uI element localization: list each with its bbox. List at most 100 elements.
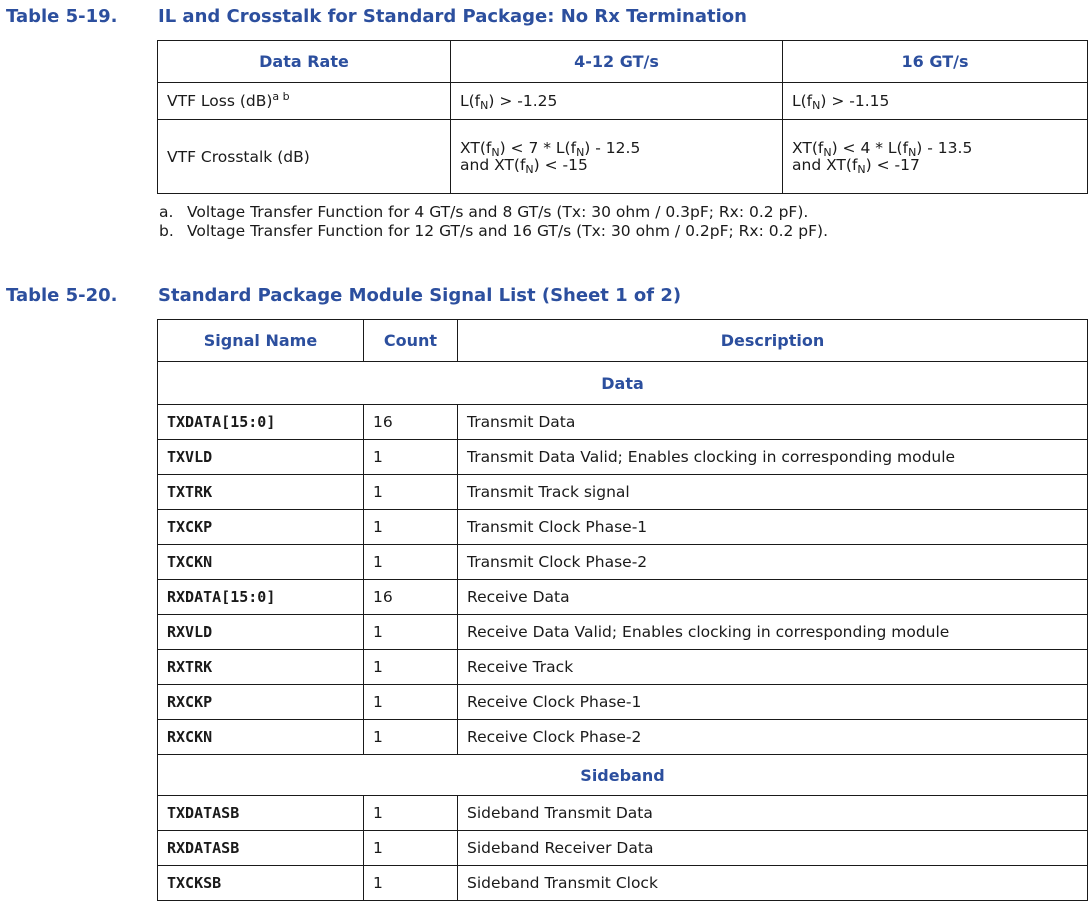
vtf-crosstalk-label: VTF Crosstalk (dB) (157, 119, 451, 194)
signal-name: TXDATA[15:0] (157, 404, 364, 440)
expr-line: XT(fN) < 7 * L(fN) - 12.5 (460, 138, 773, 158)
expr-line: and XT(fN) < -15 (460, 155, 773, 176)
footnote-text: Voltage Transfer Function for 4 GT/s and… (187, 203, 809, 221)
signal-name: RXDATASB (157, 830, 364, 866)
expr-part: ) > -1.25 (488, 92, 558, 110)
signal-description: Receive Data (457, 579, 1088, 615)
footnote-marks: a b (272, 90, 290, 103)
table-row: TXDATASB 1 Sideband Transmit Data (157, 795, 1088, 831)
signal-description: Sideband Transmit Clock (457, 865, 1088, 901)
signal-description: Sideband Receiver Data (457, 830, 1088, 866)
signal-count: 1 (363, 649, 458, 685)
signal-description: Sideband Transmit Data (457, 795, 1088, 831)
table-row: RXVLD 1 Receive Data Valid; Enables clocki… (157, 614, 1088, 650)
signal-count: 1 (363, 509, 458, 545)
header-cell: Count (363, 319, 458, 362)
signal-name: TXDATASB (157, 795, 364, 831)
table-row: RXDATA[15:0] 16 Receive Data (157, 579, 1088, 615)
header-row: Data Rate 4-12 GT/s 16 GT/s (157, 40, 1088, 83)
table-row: TXCKSB 1 Sideband Transmit Clock (157, 865, 1088, 901)
row-label: VTF Loss (dB)a b (157, 82, 451, 120)
expr-line: and XT(fN) < -17 (792, 155, 1078, 176)
signal-name: TXCKP (157, 509, 364, 545)
signal-count: 1 (363, 865, 458, 901)
table-row: RXCKP 1 Receive Clock Phase-1 (157, 684, 1088, 720)
table-row: VTF Crosstalk (dB) XT(fN) < 7 * L(fN) - … (157, 119, 1088, 194)
signal-description: Receive Track (457, 649, 1088, 685)
signal-description: Receive Clock Phase-2 (457, 719, 1088, 755)
expr-part: XT(f (792, 138, 824, 157)
table-row: TXCKP 1 Transmit Clock Phase-1 (157, 509, 1088, 545)
signal-count: 1 (363, 614, 458, 650)
expr-part: ) - 12.5 (584, 138, 641, 157)
signal-list-table: Signal Name Count Description Data TXDAT… (157, 319, 1088, 901)
signal-name: RXCKN (157, 719, 364, 755)
expr-part: ) < -15 (533, 155, 588, 174)
table-row: TXTRK 1 Transmit Track signal (157, 474, 1088, 510)
signal-name: TXCKN (157, 544, 364, 580)
table-5-20-caption: Table 5-20. Standard Package Module Signa… (6, 285, 681, 309)
loss-value-4-12: L(fN) > -1.25 (450, 82, 783, 120)
signal-name: RXCKP (157, 684, 364, 720)
table-title: IL and Crosstalk for Standard Package: N… (158, 6, 747, 27)
signal-name: RXTRK (157, 649, 364, 685)
table-number: Table 5-20. (6, 285, 118, 306)
expr-part: ) < -17 (865, 155, 920, 174)
signal-name: TXVLD (157, 439, 364, 475)
expr-part: L(f (460, 92, 481, 110)
footnote-text: Voltage Transfer Function for 12 GT/s an… (187, 222, 829, 240)
table-row: RXDATASB 1 Sideband Receiver Data (157, 830, 1088, 866)
table-row: RXCKN 1 Receive Clock Phase-2 (157, 719, 1088, 755)
signal-count: 1 (363, 795, 458, 831)
expr-part: ) < 7 * L(f (499, 138, 577, 157)
table-row: RXTRK 1 Receive Track (157, 649, 1088, 685)
signal-name: RXDATA[15:0] (157, 579, 364, 615)
signal-count: 1 (363, 830, 458, 866)
subscript: N (525, 162, 534, 176)
vtf-loss-label: VTF Loss (dB) (167, 92, 273, 110)
section-row: Data (157, 361, 1088, 405)
table-row: TXCKN 1 Transmit Clock Phase-2 (157, 544, 1088, 580)
signal-count: 16 (363, 404, 458, 440)
header-cell: 16 GT/s (782, 40, 1088, 83)
footnote: b. Voltage Transfer Function for 12 GT/s … (157, 222, 828, 241)
header-cell: Data Rate (157, 40, 451, 83)
signal-description: Transmit Data Valid; Enables clocking in… (457, 439, 1088, 475)
table-footnotes: a. Voltage Transfer Function for 4 GT/s a… (157, 203, 828, 241)
table-row: TXDATA[15:0] 16 Transmit Data (157, 404, 1088, 440)
table-row: TXVLD 1 Transmit Data Valid; Enables clock… (157, 439, 1088, 475)
expr-part: and XT(f (460, 155, 526, 174)
expr-part: ) - 13.5 (916, 138, 973, 157)
signal-description: Transmit Clock Phase-1 (457, 509, 1088, 545)
table-5-19-caption: Table 5-19. IL and Crosstalk for Standard… (6, 6, 747, 30)
section-row: Sideband (157, 754, 1088, 796)
signal-count: 1 (363, 439, 458, 475)
expr-part: L(f (792, 92, 813, 110)
subscript: N (857, 162, 866, 176)
crosstalk-value-16: XT(fN) < 4 * L(fN) - 13.5 and XT(fN) < -… (782, 119, 1088, 194)
signal-name: RXVLD (157, 614, 364, 650)
signal-count: 1 (363, 684, 458, 720)
table-number: Table 5-19. (6, 6, 118, 27)
expr-part: ) > -1.15 (820, 92, 890, 110)
header-row: Signal Name Count Description (157, 319, 1088, 362)
section-data-label: Data (157, 361, 1088, 405)
signal-count: 1 (363, 474, 458, 510)
header-cell: Signal Name (157, 319, 364, 362)
signal-description: Receive Data Valid; Enables clocking in … (457, 614, 1088, 650)
signal-count: 16 (363, 579, 458, 615)
footnote: a. Voltage Transfer Function for 4 GT/s a… (157, 203, 828, 222)
il-crosstalk-table: Data Rate 4-12 GT/s 16 GT/s VTF Loss (dB… (157, 40, 1088, 194)
signal-description: Receive Clock Phase-1 (457, 684, 1088, 720)
footnote-letter: a. (159, 203, 174, 221)
loss-value-16: L(fN) > -1.15 (782, 82, 1088, 120)
table-title: Standard Package Module Signal List (She… (158, 285, 682, 306)
signal-name: TXTRK (157, 474, 364, 510)
signal-description: Transmit Track signal (457, 474, 1088, 510)
crosstalk-value-4-12: XT(fN) < 7 * L(fN) - 12.5 and XT(fN) < -… (450, 119, 783, 194)
section-sideband-label: Sideband (157, 754, 1088, 796)
signal-name: TXCKSB (157, 865, 364, 901)
expr-part: XT(f (460, 138, 492, 157)
signal-count: 1 (363, 719, 458, 755)
header-cell: Description (457, 319, 1088, 362)
